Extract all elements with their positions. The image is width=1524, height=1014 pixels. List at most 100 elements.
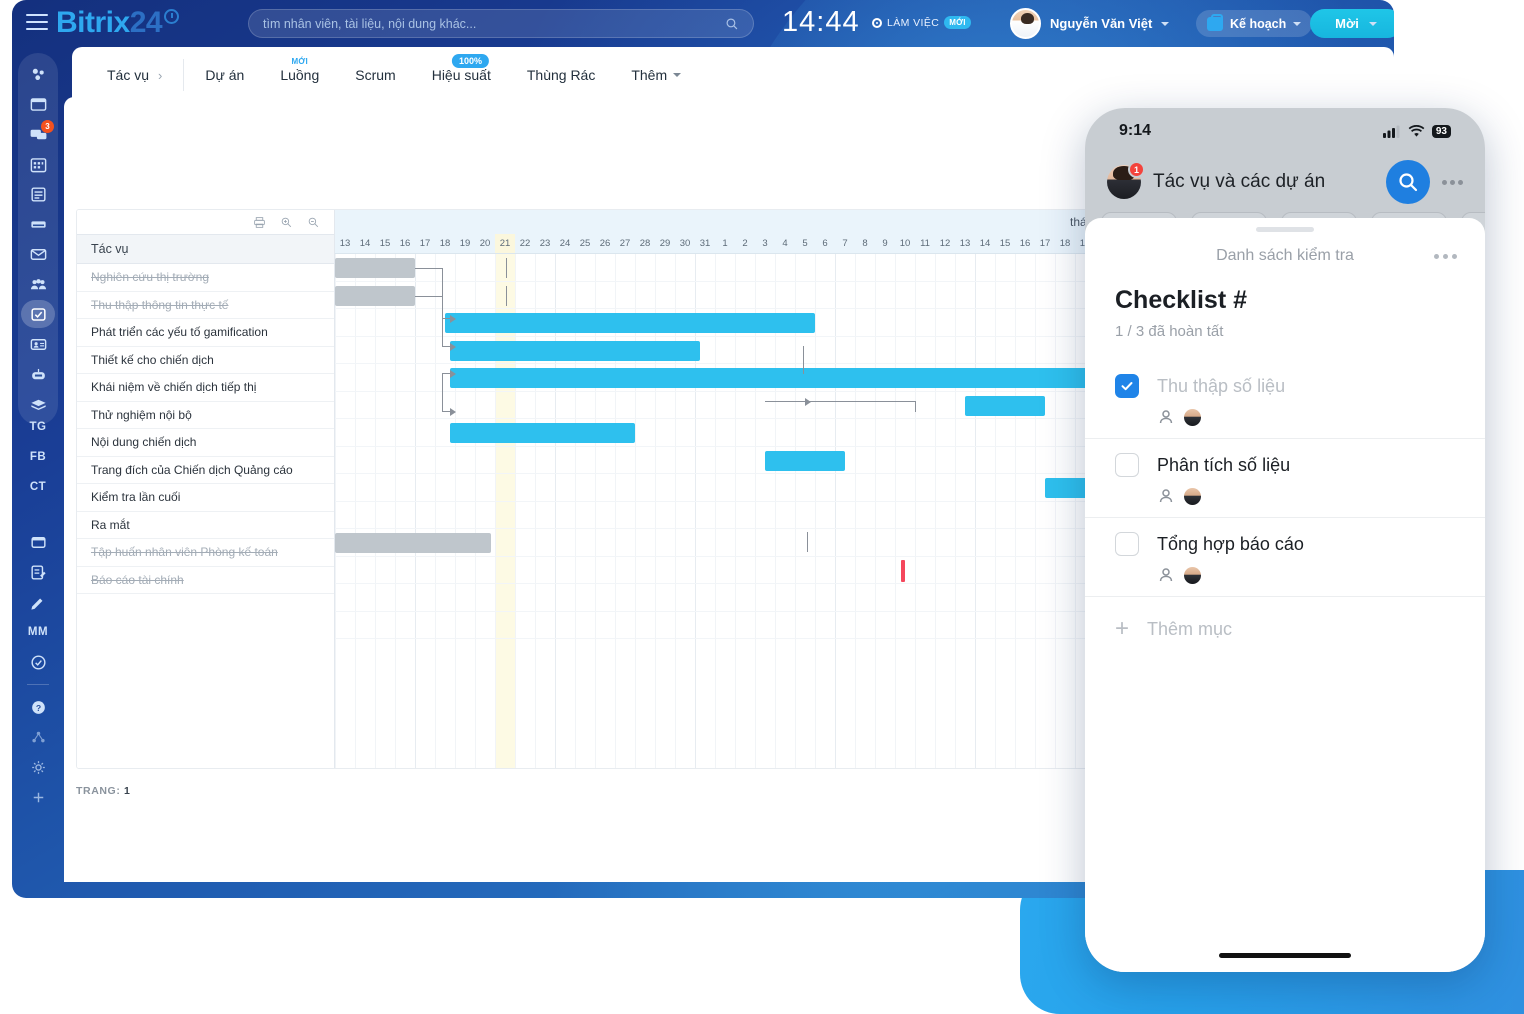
gantt-task-row[interactable]: Thu thập thông tin thực tế (77, 292, 334, 319)
sidebar-item-fb[interactable]: FB (18, 442, 58, 472)
sidebar-item-activity-stream[interactable] (18, 59, 58, 89)
rail-text-group: TG FB CT (18, 412, 58, 502)
rail-primary-group: 3 (18, 53, 58, 425)
gantt-bar[interactable] (335, 285, 415, 306)
avatar[interactable] (1184, 566, 1201, 584)
print-icon[interactable] (253, 216, 266, 229)
sidebar-item-news[interactable] (18, 209, 58, 239)
avatar[interactable] (1010, 8, 1041, 39)
phone-search-button[interactable] (1386, 160, 1430, 204)
tab-efficiency[interactable]: 100% Hiệu suất (415, 47, 508, 103)
sidebar-item-add[interactable] (18, 782, 58, 812)
checkbox-unchecked[interactable] (1115, 532, 1139, 556)
sidebar-item-automation[interactable] (18, 359, 58, 389)
gantt-tick-marker (807, 532, 808, 552)
gantt-bar[interactable] (450, 368, 1090, 388)
zoom-out-icon[interactable] (307, 216, 320, 229)
gantt-task-row[interactable]: Kiểm tra lần cuối (77, 484, 334, 512)
sidebar-item-share[interactable] (18, 722, 58, 752)
list-item-assignee[interactable] (1115, 556, 1455, 586)
gantt-task-row[interactable]: Khái niệm về chiến dịch tiếp thị (77, 374, 334, 402)
sheet-more-menu[interactable] (1434, 253, 1457, 259)
menu-toggle-icon[interactable] (26, 14, 48, 30)
gantt-bar[interactable] (335, 533, 491, 553)
invite-button[interactable]: Mời (1310, 9, 1394, 38)
tab-percent-badge: 100% (452, 54, 490, 68)
avatar[interactable]: 1 (1107, 161, 1145, 199)
gantt-task-row[interactable]: Nghiên cứu thị trường (77, 264, 334, 292)
list-item[interactable]: Thu thập số liệu (1085, 360, 1485, 439)
gantt-gridline (915, 254, 916, 768)
gantt-dependency-arrow (450, 342, 456, 351)
gantt-gridline (895, 254, 896, 768)
gantt-dependency-link (803, 401, 916, 402)
svg-text:?: ? (35, 702, 40, 712)
sidebar-item-crm[interactable] (18, 329, 58, 359)
sidebar-item-signature[interactable] (18, 557, 58, 587)
plan-button[interactable]: Kế hoạch (1196, 10, 1313, 37)
list-item[interactable]: Phân tích số liệu (1085, 439, 1485, 518)
user-menu[interactable]: Nguyễn Văn Việt (1010, 8, 1170, 39)
gantt-bar[interactable] (450, 340, 700, 361)
avatar[interactable] (1184, 408, 1201, 426)
checkbox-checked[interactable] (1115, 374, 1139, 398)
zoom-in-icon[interactable] (280, 216, 293, 229)
gantt-bar[interactable] (765, 450, 845, 471)
sidebar-item-settings[interactable] (18, 752, 58, 782)
gantt-task-row[interactable]: Nội dung chiến dịch (77, 429, 334, 457)
sidebar-item-company[interactable] (18, 269, 58, 299)
gantt-day-cell: 15 (379, 238, 391, 249)
gantt-task-row[interactable]: Tập huấn nhân viên Phòng kế toán (77, 539, 334, 567)
avatar[interactable] (1184, 487, 1201, 505)
sidebar-item-status[interactable] (18, 647, 58, 677)
phone-more-menu[interactable] (1442, 179, 1463, 185)
sidebar-item-help[interactable]: ? (18, 692, 58, 722)
sidebar-item-tg[interactable]: TG (18, 412, 58, 442)
working-status[interactable]: LÀM VIỆC MỚI (872, 16, 971, 29)
sidebar-item-ct[interactable]: CT (18, 472, 58, 502)
tab-tasks[interactable]: Tác vụ › (90, 47, 179, 103)
gantt-task-row[interactable]: Phát triển các yếu tố gamification (77, 319, 334, 347)
gantt-task-row[interactable]: Thử nghiệm nội bộ (77, 402, 334, 429)
list-item-assignee[interactable] (1115, 398, 1455, 428)
sidebar-item-tasks[interactable] (18, 299, 58, 329)
sidebar-item-market[interactable] (18, 587, 58, 617)
gantt-task-row[interactable]: Trang đích của Chiến dịch Quảng cáo (77, 457, 334, 484)
sidebar-item-drive[interactable] (18, 179, 58, 209)
user-name: Nguyễn Văn Việt (1050, 16, 1153, 31)
tab-projects[interactable]: Dự án (188, 47, 261, 103)
add-item-button[interactable]: + Thêm mục (1085, 597, 1485, 661)
checklist-name: Checklist # (1115, 286, 1248, 314)
tab-scrum[interactable]: Scrum (338, 47, 412, 103)
tab-flow[interactable]: MỚI Luồng (263, 47, 336, 103)
gantt-column-header: Tác vụ (77, 234, 334, 264)
tab-label: Thùng Rác (526, 67, 596, 83)
bitrix24-logo[interactable]: Bitrix24 (56, 6, 180, 40)
gantt-task-row[interactable]: Báo cáo tài chính (77, 567, 334, 594)
gantt-task-row[interactable]: Thiết kế cho chiến dịch (77, 347, 334, 374)
gantt-milestone[interactable] (901, 559, 905, 582)
sidebar-item-collab[interactable] (18, 89, 58, 119)
list-item-assignee[interactable] (1115, 477, 1455, 507)
gantt-dependency-link (765, 401, 805, 402)
search-input[interactable] (263, 16, 725, 31)
gantt-task-row[interactable]: Ra mắt (77, 512, 334, 539)
checkbox-unchecked[interactable] (1115, 453, 1139, 477)
gantt-bar[interactable] (335, 258, 415, 278)
sidebar-item-mm[interactable]: MM (18, 617, 58, 647)
sidebar-item-calendar[interactable] (18, 149, 58, 179)
gantt-bar[interactable] (450, 423, 635, 443)
sidebar-item-chat[interactable]: 3 (18, 119, 58, 149)
sidebar-item-mail[interactable] (18, 239, 58, 269)
gantt-bar[interactable] (965, 395, 1045, 416)
tab-more[interactable]: Thêm (614, 47, 698, 103)
list-item[interactable]: Tổng hợp báo cáo (1085, 518, 1485, 597)
sidebar-item-inbox[interactable] (18, 527, 58, 557)
pager-label: TRANG: (76, 785, 121, 797)
gantt-bar[interactable] (445, 313, 815, 333)
gantt-dependency-arrow (450, 407, 456, 416)
gantt-dependency-link (442, 346, 450, 347)
tab-label: Tác vụ (107, 67, 150, 83)
tab-trash[interactable]: Thùng Rác (510, 47, 612, 103)
global-search[interactable] (248, 9, 754, 38)
